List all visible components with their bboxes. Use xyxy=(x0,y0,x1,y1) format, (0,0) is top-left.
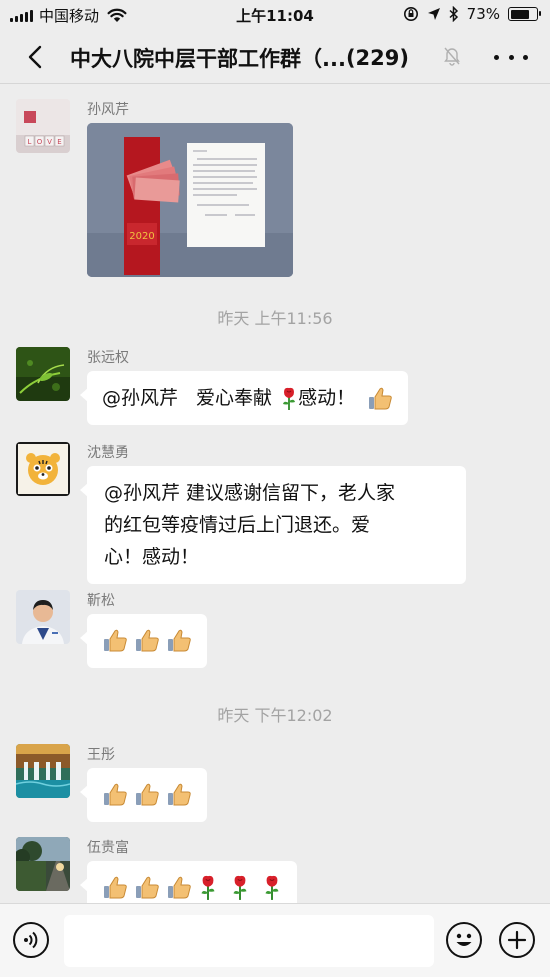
chat-title: 中大八院中层干部工作群（... (229) xyxy=(70,43,440,73)
status-right: 73% xyxy=(403,5,541,23)
message-item: L O V E 孙风芹 2020 xyxy=(16,99,536,285)
voice-button[interactable] xyxy=(13,922,49,958)
message-item: 靳松 xyxy=(16,590,536,670)
message-input[interactable] xyxy=(64,915,434,967)
chevron-left-icon xyxy=(28,45,42,69)
bluetooth-icon xyxy=(449,6,458,22)
battery-icon xyxy=(508,7,541,21)
sender-name: 靳松 xyxy=(87,593,115,609)
mention: @孙风芹 xyxy=(102,387,179,409)
sender-name: 伍贵富 xyxy=(87,840,129,856)
love-blocks-avatar-icon: L O V E xyxy=(16,99,70,153)
waterfall-avatar-icon xyxy=(16,744,70,798)
rose-icon xyxy=(233,875,247,900)
sender-name: 孙风芹 xyxy=(87,102,129,118)
emoji-button[interactable] xyxy=(446,922,482,958)
nav-bar: 中大八院中层干部工作群（... (229) xyxy=(0,30,550,84)
emoji-row xyxy=(102,779,192,811)
emoji-message[interactable] xyxy=(80,768,207,822)
message-text-2: 感动！ xyxy=(298,387,356,409)
sender-name: 王彤 xyxy=(87,747,115,763)
thumbs-up-icon xyxy=(136,783,159,806)
more-dot xyxy=(523,54,528,60)
rose-icon xyxy=(265,875,279,900)
svg-text:V: V xyxy=(47,138,52,146)
message-item: 王彤 xyxy=(16,744,536,824)
emoji-row xyxy=(102,625,192,657)
avatar[interactable] xyxy=(16,837,70,891)
emoji-row xyxy=(102,872,282,903)
member-count: (229) xyxy=(345,46,409,70)
plus-button[interactable] xyxy=(499,922,535,958)
thumbs-up-icon xyxy=(136,629,159,652)
timestamp: 昨天 下午12:02 xyxy=(217,706,333,725)
more-dot xyxy=(494,54,499,60)
image-message[interactable]: 2020 xyxy=(87,123,293,277)
avatar[interactable] xyxy=(16,347,70,401)
thumbs-up-icon xyxy=(168,629,191,652)
battery-percent: 73% xyxy=(466,5,500,23)
emoji-message[interactable] xyxy=(80,614,207,668)
emoji-message[interactable] xyxy=(80,861,297,903)
road-landscape-avatar-icon xyxy=(16,837,70,891)
smiley-icon xyxy=(456,933,472,946)
svg-text:E: E xyxy=(57,138,61,146)
more-button[interactable] xyxy=(494,44,528,70)
avatar[interactable] xyxy=(16,590,70,644)
message-item: 伍贵富 xyxy=(16,837,536,903)
avatar[interactable]: L O V E xyxy=(16,99,70,153)
location-icon xyxy=(427,8,440,20)
input-bar xyxy=(0,903,550,977)
green-leaf-avatar-icon xyxy=(16,347,70,401)
back-button[interactable] xyxy=(18,40,52,74)
message-text: 爱心奉献 xyxy=(196,387,273,409)
rose-icon xyxy=(283,387,296,410)
svg-text:L: L xyxy=(28,138,32,146)
text-message[interactable]: @孙风芹 建议感谢信留下，老人家 的红包等疫情过后上门退还。爱 心！感动！ xyxy=(80,466,466,584)
sender-name: 张远权 xyxy=(87,350,129,366)
mute-bell-icon xyxy=(444,47,460,66)
sender-name: 沈慧勇 xyxy=(87,445,129,461)
plus-icon xyxy=(507,930,527,950)
voice-icon xyxy=(24,931,38,949)
thumbs-up-icon xyxy=(168,876,191,899)
more-dot xyxy=(508,54,514,60)
thumbs-up-icon xyxy=(136,876,159,899)
svg-text:O: O xyxy=(37,138,43,146)
message-item: 张远权 @孙风芹 爱心奉献 感动！ xyxy=(16,347,536,427)
doctor-portrait-avatar-icon xyxy=(16,590,70,644)
timestamp: 昨天 上午11:56 xyxy=(217,309,333,328)
tiger-avatar-icon xyxy=(16,442,70,496)
chat-title-name: 中大八院中层干部工作群（... xyxy=(70,47,346,71)
battery-fill xyxy=(510,9,529,19)
rose-icon xyxy=(201,875,215,900)
rotation-lock-icon xyxy=(403,7,418,21)
avatar[interactable] xyxy=(16,744,70,798)
thumbs-up-icon xyxy=(104,876,127,899)
thumbs-up-icon xyxy=(369,387,392,409)
thumbs-up-icon xyxy=(104,783,127,806)
message-line: 心！感动！ xyxy=(104,546,200,568)
svg-text:2020: 2020 xyxy=(129,231,154,242)
text-message[interactable]: @孙风芹 爱心奉献 感动！ xyxy=(79,371,409,425)
chat-area[interactable]: L O V E 孙风芹 2020 昨天 上午11:56 张远权 @孙风芹 爱心奉… xyxy=(0,85,550,903)
message-item: 沈慧勇 @孙风芹 建议感谢信留下，老人家 的红包等疫情过后上门退还。爱 心！感动… xyxy=(16,442,536,584)
status-bar: 中国移动 上午11:04 73% xyxy=(0,0,550,30)
thumbs-up-icon xyxy=(168,783,191,806)
message-line: 的红包等疫情过后上门退还。爱 xyxy=(104,514,371,536)
avatar[interactable] xyxy=(16,442,70,496)
thumbs-up-icon xyxy=(104,629,127,652)
message-line: @孙风芹 建议感谢信留下，老人家 xyxy=(104,482,396,504)
red-envelope-letter-photo: 2020 xyxy=(87,123,293,277)
